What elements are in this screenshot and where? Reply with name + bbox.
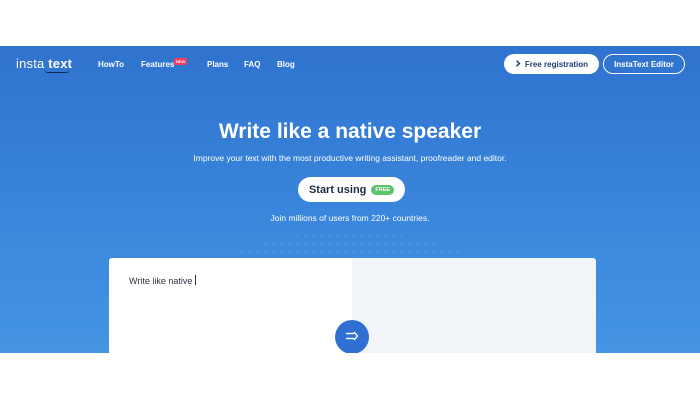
join-text: Join millions of users from 220+ countri… (270, 213, 430, 223)
nav-blog[interactable]: Blog (277, 60, 295, 69)
editor-input-text: Write like native (129, 276, 193, 286)
nav-features[interactable]: Features (141, 60, 174, 69)
logo-text-text: text (48, 56, 73, 71)
instatext-editor-label: InstaText Editor (614, 59, 674, 69)
nav-plans[interactable]: Plans (207, 60, 228, 69)
free-badge: FREE (371, 184, 395, 195)
nav-faq[interactable]: FAQ (244, 60, 260, 69)
nav-howto[interactable]: HowTo (98, 60, 124, 69)
hero-section: insta text HowTo Features NEW Plans FAQ … (0, 46, 700, 353)
start-using-label: Start using (308, 183, 367, 196)
text-output-panel (352, 258, 596, 353)
logo-text-insta: insta (16, 56, 45, 71)
instatext-editor-button[interactable]: InstaText Editor (603, 54, 685, 74)
convert-button[interactable] (335, 320, 369, 353)
page-title: Write like a native speaker (218, 120, 482, 143)
chevron-right-icon (515, 59, 521, 69)
free-registration-button[interactable]: Free registration (504, 54, 599, 74)
logo-underline-mark (45, 70, 69, 73)
text-caret (195, 275, 197, 285)
free-registration-label: Free registration (524, 59, 589, 69)
page-subtitle: Improve your text with the most producti… (193, 153, 507, 163)
new-badge: NEW (174, 58, 188, 65)
logo[interactable]: insta text (16, 56, 72, 71)
start-using-button[interactable]: Start using FREE (298, 177, 405, 202)
editor-input[interactable]: Write like native (129, 275, 197, 286)
arrow-right-lines-icon (345, 328, 359, 346)
text-input-panel[interactable]: Write like native (109, 258, 352, 353)
